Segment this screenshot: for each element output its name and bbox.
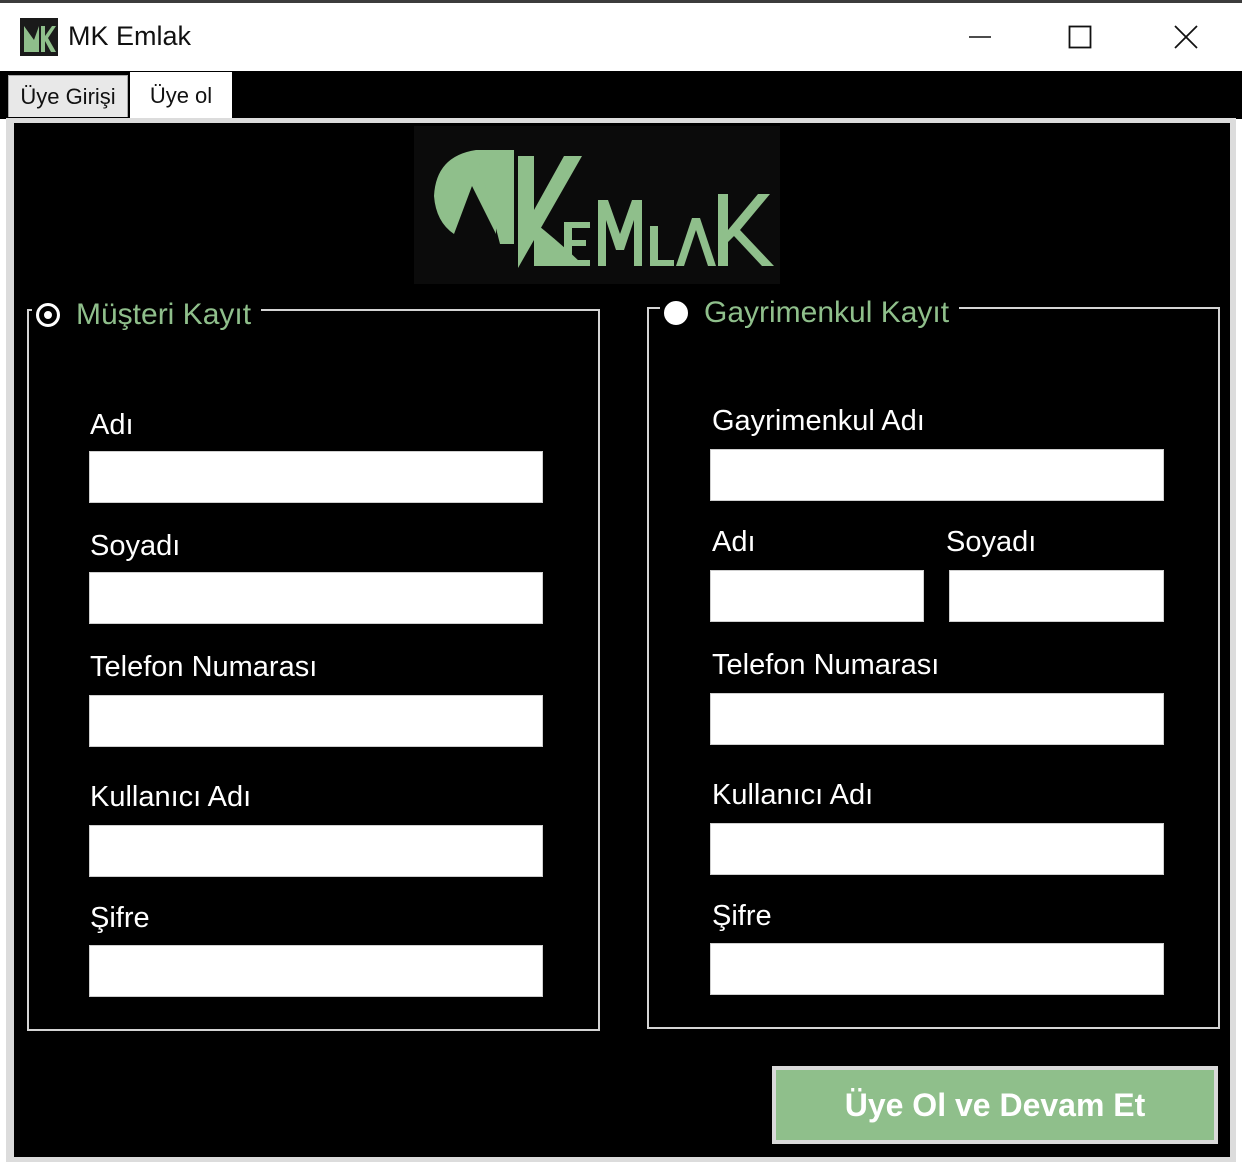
property-name-label: Gayrimenkul Adı [712, 405, 925, 437]
customer-phone-input[interactable] [89, 695, 543, 747]
close-button[interactable] [1134, 3, 1238, 71]
customer-last-name-label: Soyadı [90, 530, 181, 562]
mk-logo-icon [20, 18, 58, 56]
property-first-name-label: Adı [712, 526, 756, 558]
customer-register-radio[interactable]: Müşteri Kayıt [32, 295, 262, 335]
radio-unchecked-icon[interactable] [664, 301, 688, 325]
property-phone-label: Telefon Numarası [712, 649, 940, 681]
property-password-label: Şifre [712, 900, 772, 932]
property-last-name-label: Soyadı [946, 526, 1037, 558]
property-register-radio[interactable]: Gayrimenkul Kayıt [660, 293, 960, 333]
customer-username-label: Kullanıcı Adı [90, 781, 252, 813]
tab-uye-ol[interactable]: Üye ol [130, 72, 232, 119]
minimize-button[interactable] [928, 3, 1032, 71]
mk-emlak-logo [414, 126, 780, 284]
property-phone-input[interactable] [710, 693, 1164, 745]
customer-first-name-input[interactable] [89, 451, 543, 503]
customer-register-title: Müşteri Kayıt [76, 298, 252, 331]
window-title: MK Emlak [68, 21, 192, 51]
customer-password-input[interactable] [89, 945, 543, 997]
property-register-title: Gayrimenkul Kayıt [704, 296, 950, 329]
property-last-name-input[interactable] [949, 570, 1164, 622]
property-first-name-input[interactable] [710, 570, 924, 622]
customer-username-input[interactable] [89, 825, 543, 877]
register-continue-button[interactable]: Üye Ol ve Devam Et [772, 1066, 1218, 1144]
customer-password-label: Şifre [90, 902, 150, 934]
property-username-label: Kullanıcı Adı [712, 779, 874, 811]
radio-checked-icon[interactable] [36, 303, 60, 327]
property-name-input[interactable] [710, 449, 1164, 501]
close-icon [1174, 25, 1198, 49]
customer-last-name-input[interactable] [89, 572, 543, 624]
customer-first-name-label: Adı [90, 409, 134, 441]
maximize-button[interactable] [1028, 3, 1132, 71]
minimize-icon [969, 36, 991, 38]
tab-uye-girisi[interactable]: Üye Girişi [8, 75, 128, 117]
property-username-input[interactable] [710, 823, 1164, 875]
maximize-icon [1068, 25, 1092, 49]
property-password-input[interactable] [710, 943, 1164, 995]
customer-phone-label: Telefon Numarası [90, 651, 318, 683]
